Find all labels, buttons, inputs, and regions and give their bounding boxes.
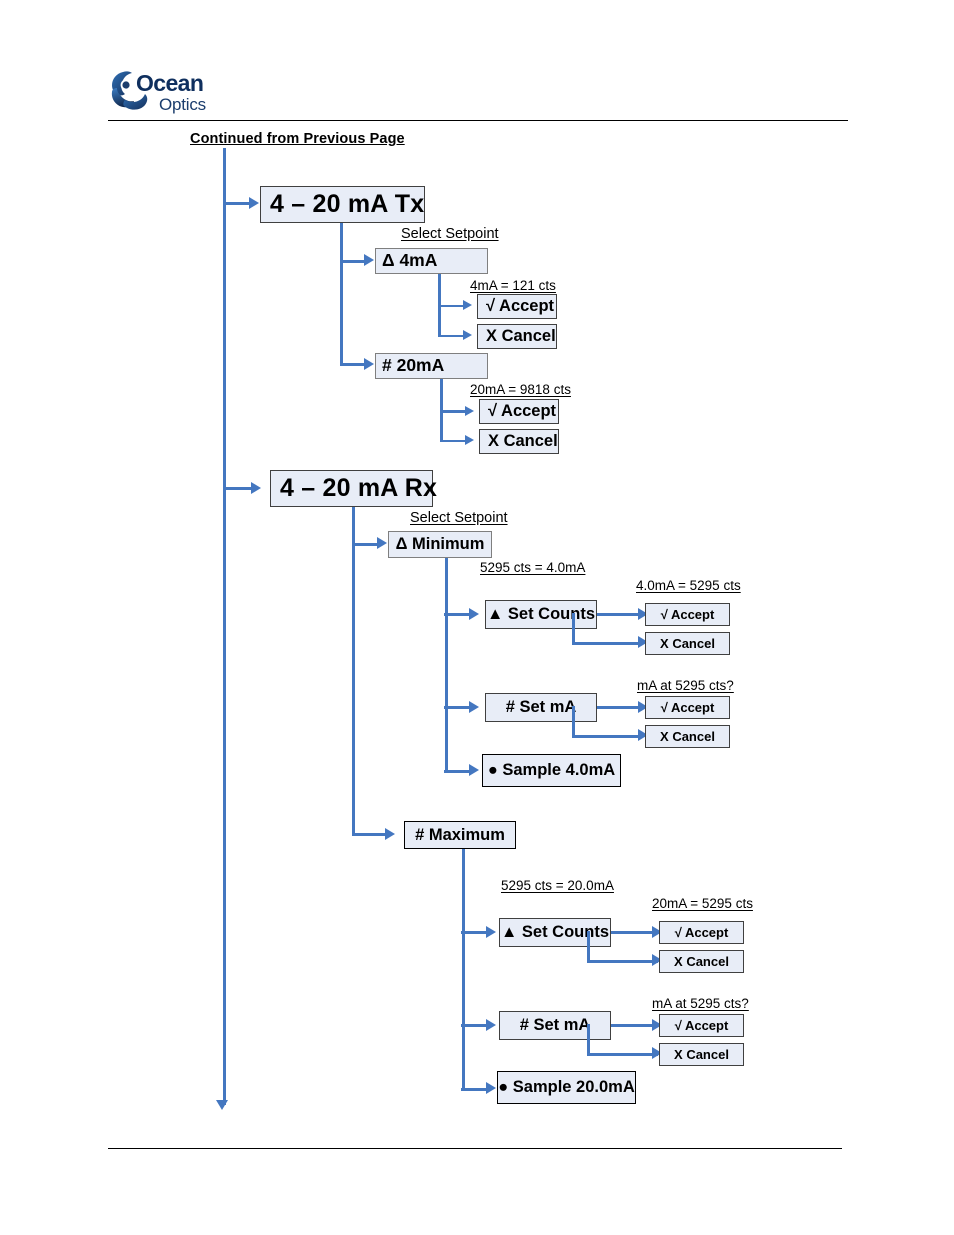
minimum-setma-drop-line bbox=[572, 706, 576, 736]
node-rx-minimum[interactable]: Δ Minimum bbox=[388, 531, 492, 558]
node-20ma-accept[interactable]: √ Accept bbox=[479, 399, 559, 424]
4ma-to-cancel-arrowhead bbox=[463, 330, 472, 340]
node-maximum-setcounts-accept[interactable]: √ Accept bbox=[659, 921, 744, 944]
maximum-to-sample-line bbox=[461, 1087, 489, 1091]
4ma-to-accept-line bbox=[438, 304, 466, 308]
svg-text:Optics: Optics bbox=[159, 95, 206, 114]
tx-to-20ma-arrowhead bbox=[364, 358, 374, 370]
node-maximum-sample[interactable]: ● Sample 20.0mA bbox=[497, 1071, 636, 1104]
caption-minimum-setcounts-mapping: 4.0mA = 5295 cts bbox=[636, 578, 741, 593]
rx-to-maximum-arrowhead bbox=[385, 827, 395, 840]
node-minimum-set-counts[interactable]: ▲ Set Counts bbox=[485, 600, 597, 629]
minimum-setcounts-drop-line bbox=[572, 613, 576, 643]
caption-rx-select-setpoint: Select Setpoint bbox=[410, 510, 508, 526]
maximum-to-setma-line bbox=[461, 1024, 489, 1028]
node-minimum-set-ma[interactable]: # Set mA bbox=[485, 693, 597, 722]
caption-maximum-setma-question: mA at 5295 cts? bbox=[652, 996, 749, 1011]
rx-to-maximum-line bbox=[352, 833, 388, 837]
main-spine-line bbox=[222, 148, 226, 1105]
continued-from-previous-page-label: Continued from Previous Page bbox=[190, 131, 405, 147]
caption-minimum-mapping: 5295 cts = 4.0mA bbox=[480, 560, 586, 575]
4ma-to-cancel-line bbox=[438, 334, 466, 338]
minimum-to-setma-line bbox=[444, 706, 472, 710]
minimum-branch-spine bbox=[444, 558, 448, 771]
caption-20ma-counts: 20mA = 9818 cts bbox=[470, 382, 571, 397]
maximum-to-sample-arrowhead bbox=[486, 1082, 496, 1094]
minimum-to-sample-arrowhead bbox=[469, 764, 479, 776]
maximum-to-setcounts-arrowhead bbox=[486, 925, 496, 938]
caption-tx-select-setpoint: Select Setpoint bbox=[401, 226, 499, 242]
node-rx-maximum[interactable]: # Maximum bbox=[404, 821, 516, 849]
maximum-setma-out-line bbox=[611, 1024, 657, 1028]
20ma-to-cancel-arrowhead bbox=[465, 435, 474, 445]
minimum-to-setcounts-line bbox=[444, 613, 472, 617]
4ma-to-accept-arrowhead bbox=[463, 300, 472, 310]
minimum-to-setcounts-arrowhead bbox=[469, 607, 479, 620]
minimum-setcounts-out-line bbox=[597, 613, 643, 617]
spine-to-rx-line bbox=[224, 487, 254, 491]
node-minimum-sample[interactable]: ● Sample 4.0mA bbox=[482, 754, 621, 787]
page-canvas: Ocean Optics Continued from Previous Pag… bbox=[0, 0, 954, 1235]
node-maximum-setma-accept[interactable]: √ Accept bbox=[659, 1014, 744, 1037]
node-minimum-setma-accept[interactable]: √ Accept bbox=[645, 696, 730, 719]
svg-text:Ocean: Ocean bbox=[136, 70, 203, 96]
tx-to-4ma-arrowhead bbox=[364, 254, 374, 266]
spine-to-tx-arrowhead bbox=[249, 197, 259, 209]
node-maximum-set-ma[interactable]: # Set mA bbox=[499, 1011, 611, 1040]
20ma-to-cancel-line bbox=[440, 439, 468, 443]
maximum-setcounts-drop-line bbox=[587, 931, 591, 961]
ocean-optics-logo: Ocean Optics bbox=[110, 66, 238, 116]
spine-to-rx-arrowhead bbox=[251, 482, 261, 494]
node-minimum-setma-cancel[interactable]: X Cancel bbox=[645, 725, 730, 748]
rx-to-minimum-arrowhead bbox=[377, 537, 387, 549]
node-minimum-setcounts-accept[interactable]: √ Accept bbox=[645, 603, 730, 626]
minimum-to-setma-arrowhead bbox=[469, 700, 479, 713]
node-tx-20ma[interactable]: # 20mA bbox=[375, 353, 488, 379]
rx-to-minimum-line bbox=[352, 542, 380, 546]
node-4ma-cancel[interactable]: X Cancel bbox=[477, 324, 557, 349]
tx-branch-spine bbox=[340, 223, 344, 365]
node-4ma-accept[interactable]: √ Accept bbox=[477, 294, 557, 319]
node-tx-title[interactable]: 4 – 20 mA Tx bbox=[260, 186, 425, 223]
minimum-to-sample-line bbox=[444, 769, 472, 773]
maximum-branch-spine bbox=[461, 849, 465, 1089]
caption-maximum-setcounts-mapping: 20mA = 5295 cts bbox=[652, 896, 753, 911]
footer-rule bbox=[108, 1148, 842, 1149]
caption-minimum-setma-question: mA at 5295 cts? bbox=[637, 678, 734, 693]
node-rx-title[interactable]: 4 – 20 mA Rx bbox=[270, 470, 437, 507]
minimum-setma-to-cancel-line bbox=[572, 734, 643, 738]
maximum-setcounts-out-line bbox=[611, 931, 657, 935]
minimum-setma-out-line bbox=[597, 706, 643, 710]
caption-maximum-mapping: 5295 cts = 20.0mA bbox=[501, 878, 614, 893]
maximum-setma-drop-line bbox=[587, 1024, 591, 1054]
node-maximum-setma-cancel[interactable]: X Cancel bbox=[659, 1043, 744, 1066]
header-rule bbox=[108, 120, 848, 121]
maximum-to-setma-arrowhead bbox=[486, 1018, 496, 1031]
maximum-setma-to-cancel-line bbox=[587, 1052, 658, 1056]
20ma-to-accept-line bbox=[440, 410, 468, 413]
maximum-to-setcounts-line bbox=[461, 931, 489, 935]
node-maximum-setcounts-cancel[interactable]: X Cancel bbox=[659, 950, 744, 973]
rx-branch-spine bbox=[352, 507, 356, 835]
node-20ma-cancel[interactable]: X Cancel bbox=[479, 429, 559, 454]
20ma-to-accept-arrowhead bbox=[465, 405, 474, 416]
spine-to-tx-line bbox=[224, 202, 252, 206]
main-spine-arrowhead bbox=[216, 1100, 228, 1110]
node-maximum-set-counts[interactable]: ▲ Set Counts bbox=[499, 918, 611, 947]
node-tx-4ma[interactable]: Δ 4mA bbox=[375, 248, 488, 274]
minimum-setcounts-to-cancel-line bbox=[572, 641, 643, 645]
caption-4ma-counts: 4mA = 121 cts bbox=[470, 278, 556, 293]
maximum-setcounts-to-cancel-line bbox=[587, 959, 658, 963]
node-minimum-setcounts-cancel[interactable]: X Cancel bbox=[645, 632, 730, 655]
